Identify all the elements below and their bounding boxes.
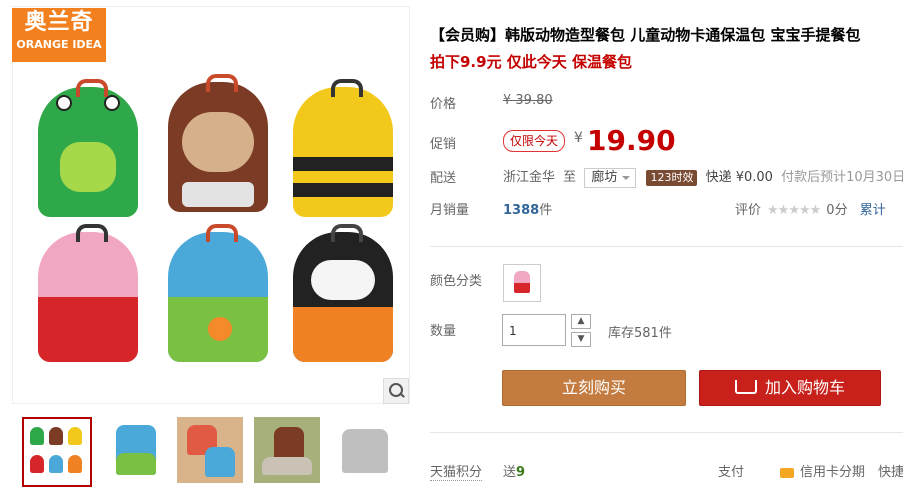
frog-bag-image <box>38 79 138 217</box>
zoom-icon[interactable] <box>383 378 409 404</box>
section-divider-2 <box>430 432 903 433</box>
product-title: 【会员购】韩版动物造型餐包 儿童动物卡通保温包 宝宝手提餐包 <box>430 26 861 44</box>
quantity-label: 数量 <box>430 324 457 339</box>
dog-bag-image <box>168 224 268 362</box>
cart-icon <box>734 379 757 394</box>
fast-pay[interactable]: 快捷 <box>878 461 903 480</box>
add-to-cart-button[interactable]: 加入购物车 <box>699 370 881 406</box>
product-subtitle: 拍下9.9元 仅此今天 保温餐包 <box>430 53 633 71</box>
destination-select[interactable]: 廊坊 <box>584 168 637 188</box>
penguin-bag-image <box>293 224 393 362</box>
monkey-bag-image <box>168 74 268 212</box>
brand-logo: 奥兰奇 ORANGE IDEA <box>12 8 106 62</box>
rating: 评价 ★★★★★ 0分 累计 <box>735 203 886 218</box>
promo-label: 促销 <box>430 137 457 152</box>
section-divider <box>430 246 903 247</box>
review-count-link[interactable]: 累计 <box>860 203 886 218</box>
buy-now-button[interactable]: 立刻购买 <box>502 370 686 406</box>
color-swatch[interactable] <box>503 264 541 302</box>
thumbnail-1[interactable] <box>22 417 92 487</box>
credit-card-icon <box>780 467 794 478</box>
shipping-info: 浙江金华 至 廊坊 123时效 快递 ¥0.00 付款后预计10月30日送达 <box>503 166 903 188</box>
thumbnail-5[interactable] <box>332 417 398 483</box>
quantity-input[interactable]: 1 <box>502 314 566 346</box>
bee-bag-image <box>293 79 393 217</box>
rating-stars: ★★★★★ <box>767 203 821 218</box>
thumbnail-3[interactable] <box>177 417 243 483</box>
original-price: ¥ 39.80 <box>503 93 553 108</box>
promo-price: 19.90 <box>587 124 676 157</box>
currency-symbol: ¥ <box>574 130 583 146</box>
color-label: 颜色分类 <box>430 274 483 289</box>
stepper-down-icon[interactable]: ▼ <box>571 332 591 347</box>
thumbnail-4[interactable] <box>254 417 320 483</box>
main-product-image[interactable] <box>12 6 410 404</box>
promo-badge: 仅限今天 <box>503 130 566 152</box>
ship-to-word: 至 <box>563 170 577 185</box>
points-value: 送9 <box>503 465 526 480</box>
stock-info: 库存581件 <box>608 326 672 341</box>
stepper-up-icon[interactable]: ▲ <box>571 314 591 329</box>
delivery-time-tag: 123时效 <box>646 170 698 186</box>
thumbnail-2[interactable] <box>102 417 168 483</box>
sales-label: 月销量 <box>430 203 470 218</box>
price-label: 价格 <box>430 97 457 112</box>
ladybug-bag-image <box>38 224 138 362</box>
points-label[interactable]: 天猫积分 <box>430 461 483 481</box>
ship-from: 浙江金华 <box>503 170 556 185</box>
pay-label: 支付 <box>718 465 745 480</box>
credit-installment[interactable]: 信用卡分期 <box>780 461 865 480</box>
monthly-sales: 1388件 <box>503 203 553 218</box>
ship-eta: 付款后预计10月30日送达 <box>781 170 903 185</box>
shipping-label: 配送 <box>430 171 457 186</box>
ship-method: 快递 ¥0.00 <box>705 170 773 185</box>
thumbnail-strip <box>12 410 408 490</box>
